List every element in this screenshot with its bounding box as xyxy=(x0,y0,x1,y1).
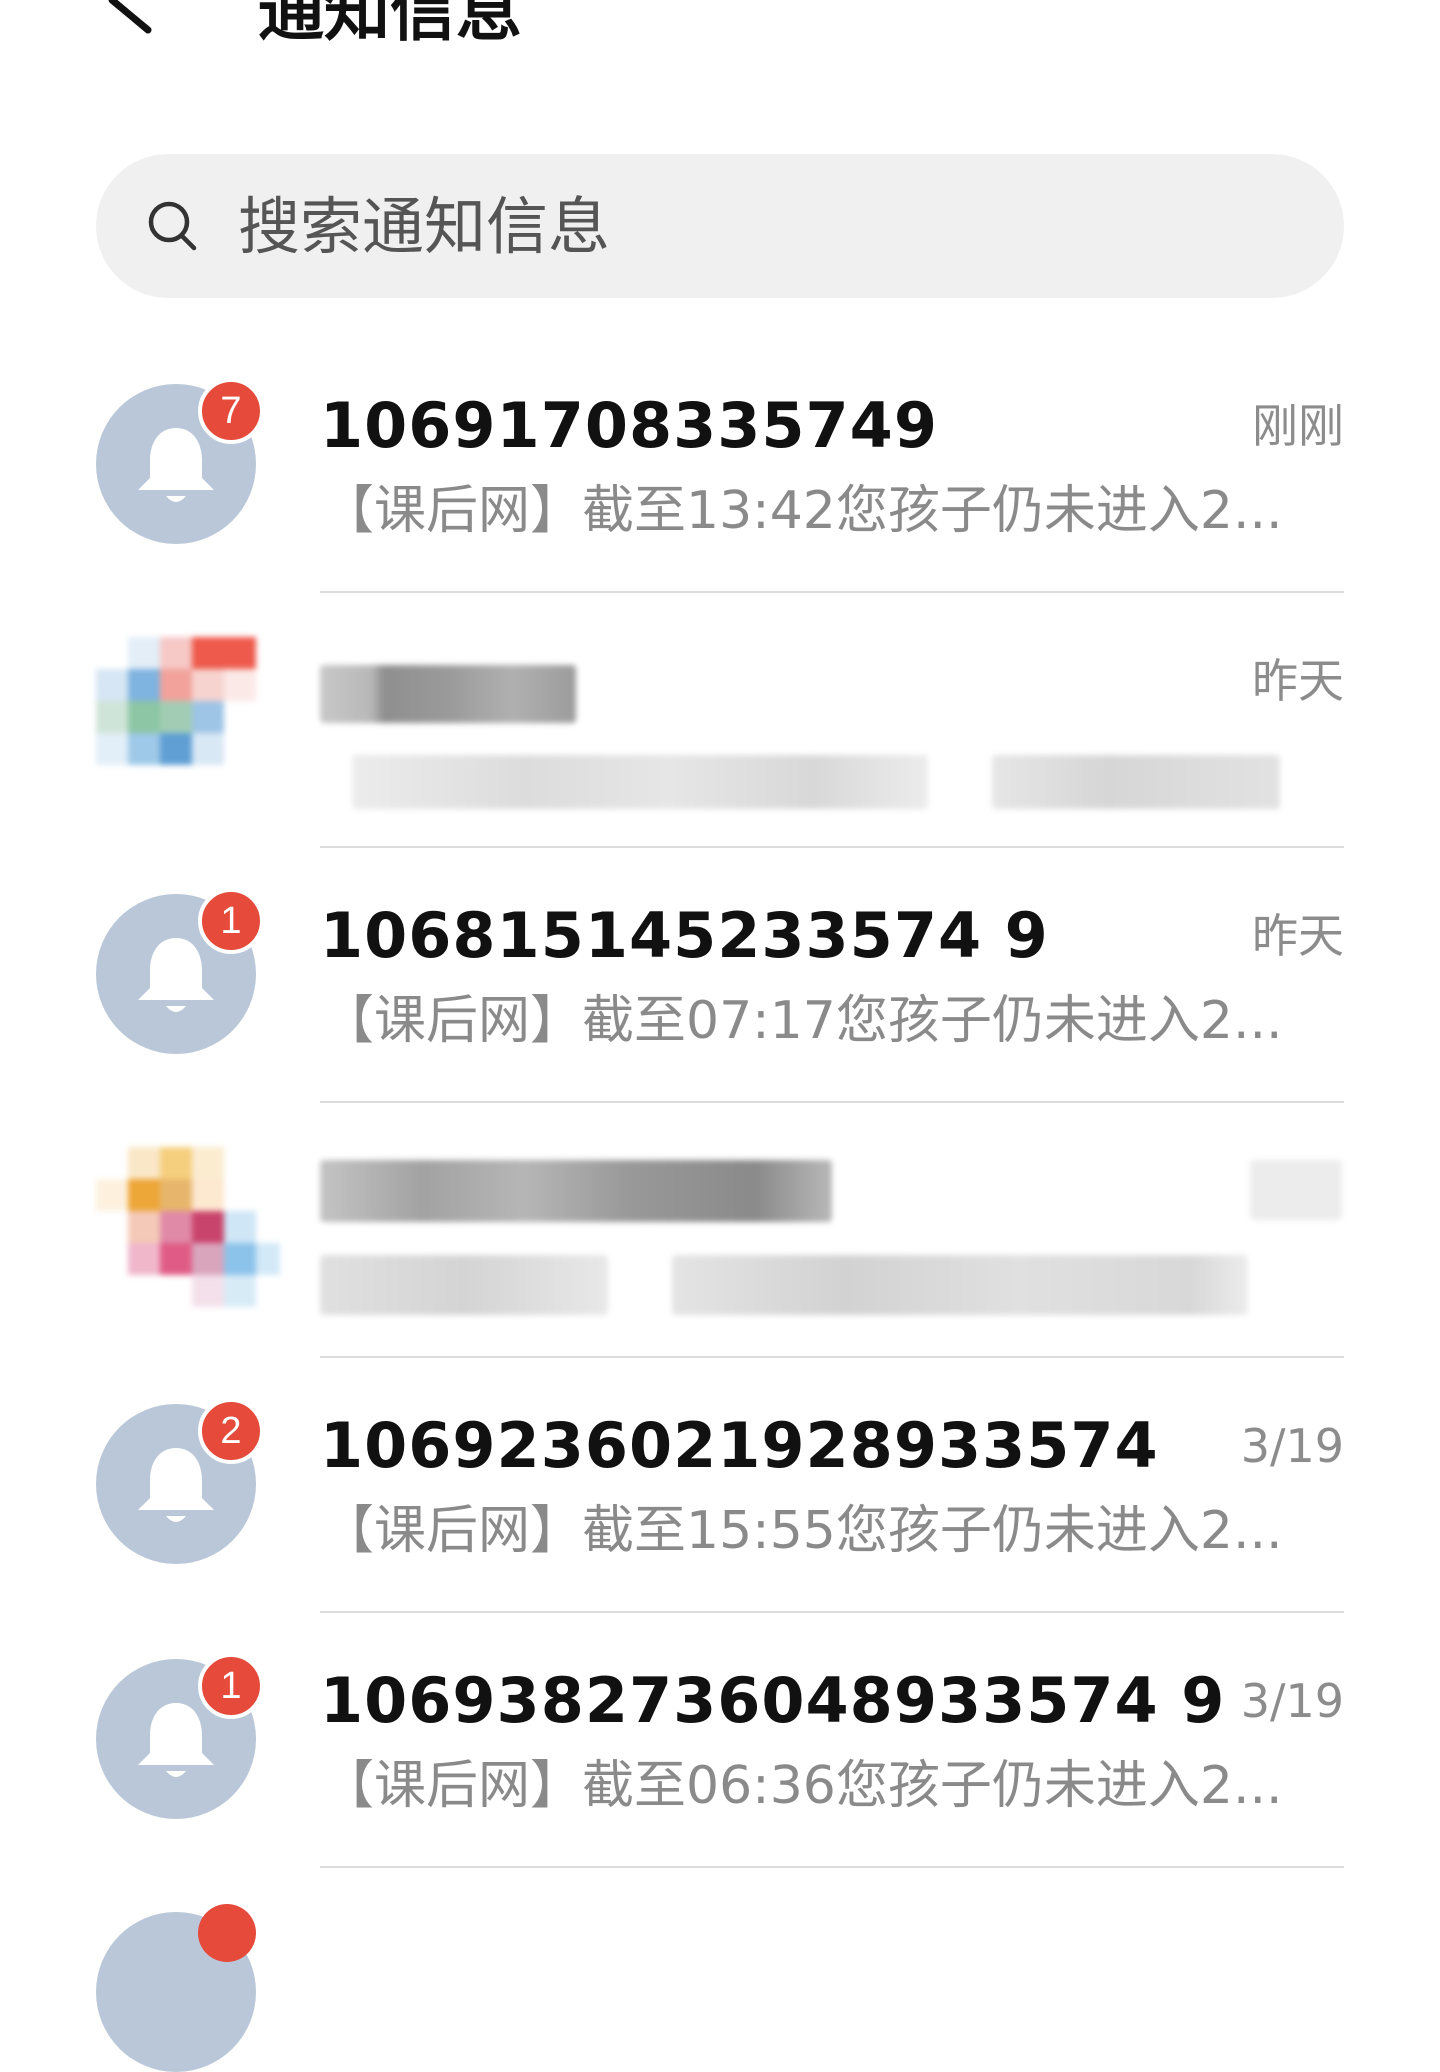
unread-badge: 1 xyxy=(198,1653,264,1719)
divider xyxy=(320,1866,1344,1868)
message-preview: 【课后网】截至15:55您孩子仍未进入2... xyxy=(322,1501,1283,1561)
message-time: 昨天 xyxy=(1252,654,1344,708)
conversation-item[interactable]: 2 1069236021928933574 3/19 【课后网】截至15:55您… xyxy=(0,1358,1440,1613)
message-preview: 【课后网】截至07:17您孩子仍未进入2... xyxy=(322,991,1283,1051)
sender-number: 1069236021928933574 xyxy=(320,1409,1159,1482)
conversation-item[interactable]: 7 10691708335749 刚刚 【课后网】截至13:42您孩子仍未进入2… xyxy=(0,338,1440,593)
conversation-item[interactable]: 1 106815145233574 9 昨天 【课后网】截至07:17您孩子仍未… xyxy=(0,848,1440,1103)
conversation-item-blurred[interactable]: 昨天 xyxy=(0,593,1440,848)
unread-badge xyxy=(198,1904,256,1962)
sender-blurred xyxy=(320,1160,832,1222)
time-blurred xyxy=(1250,1160,1342,1220)
unread-badge: 2 xyxy=(198,1398,264,1464)
preview-blurred xyxy=(320,1255,608,1315)
search-icon xyxy=(148,201,197,251)
back-arrow-icon[interactable] xyxy=(100,0,160,40)
sender-number: 1069382736048933574 9 xyxy=(320,1664,1226,1737)
page-title: 通知信息 xyxy=(258,0,522,50)
sender-number: 10691708335749 xyxy=(320,389,938,462)
message-time: 昨天 xyxy=(1252,909,1344,963)
unread-badge: 7 xyxy=(198,378,264,444)
sender-blurred xyxy=(320,665,576,723)
search-bar[interactable] xyxy=(96,154,1344,298)
message-time: 3/19 xyxy=(1240,1419,1344,1473)
unread-badge: 1 xyxy=(198,888,264,954)
preview-blurred xyxy=(352,755,928,809)
avatar-blurred xyxy=(96,1147,286,1337)
avatar-blurred xyxy=(96,637,286,827)
message-time: 3/19 xyxy=(1240,1674,1344,1728)
conversation-item[interactable]: 1 1069382736048933574 9 3/19 【课后网】截至06:3… xyxy=(0,1613,1440,1868)
search-input[interactable] xyxy=(238,176,1238,276)
top-bar: 通知信息 xyxy=(0,0,1440,60)
conversation-list: 7 10691708335749 刚刚 【课后网】截至13:42您孩子仍未进入2… xyxy=(0,338,1440,1868)
message-time: 刚刚 xyxy=(1252,399,1344,453)
sender-number: 106815145233574 9 xyxy=(320,899,1049,972)
conversation-item-blurred[interactable] xyxy=(0,1103,1440,1358)
preview-blurred xyxy=(992,755,1280,809)
preview-blurred xyxy=(672,1255,1248,1315)
conversation-item-partial[interactable] xyxy=(0,1886,1440,2072)
message-preview: 【课后网】截至06:36您孩子仍未进入2... xyxy=(322,1756,1283,1816)
message-preview: 【课后网】截至13:42您孩子仍未进入2... xyxy=(322,481,1283,541)
